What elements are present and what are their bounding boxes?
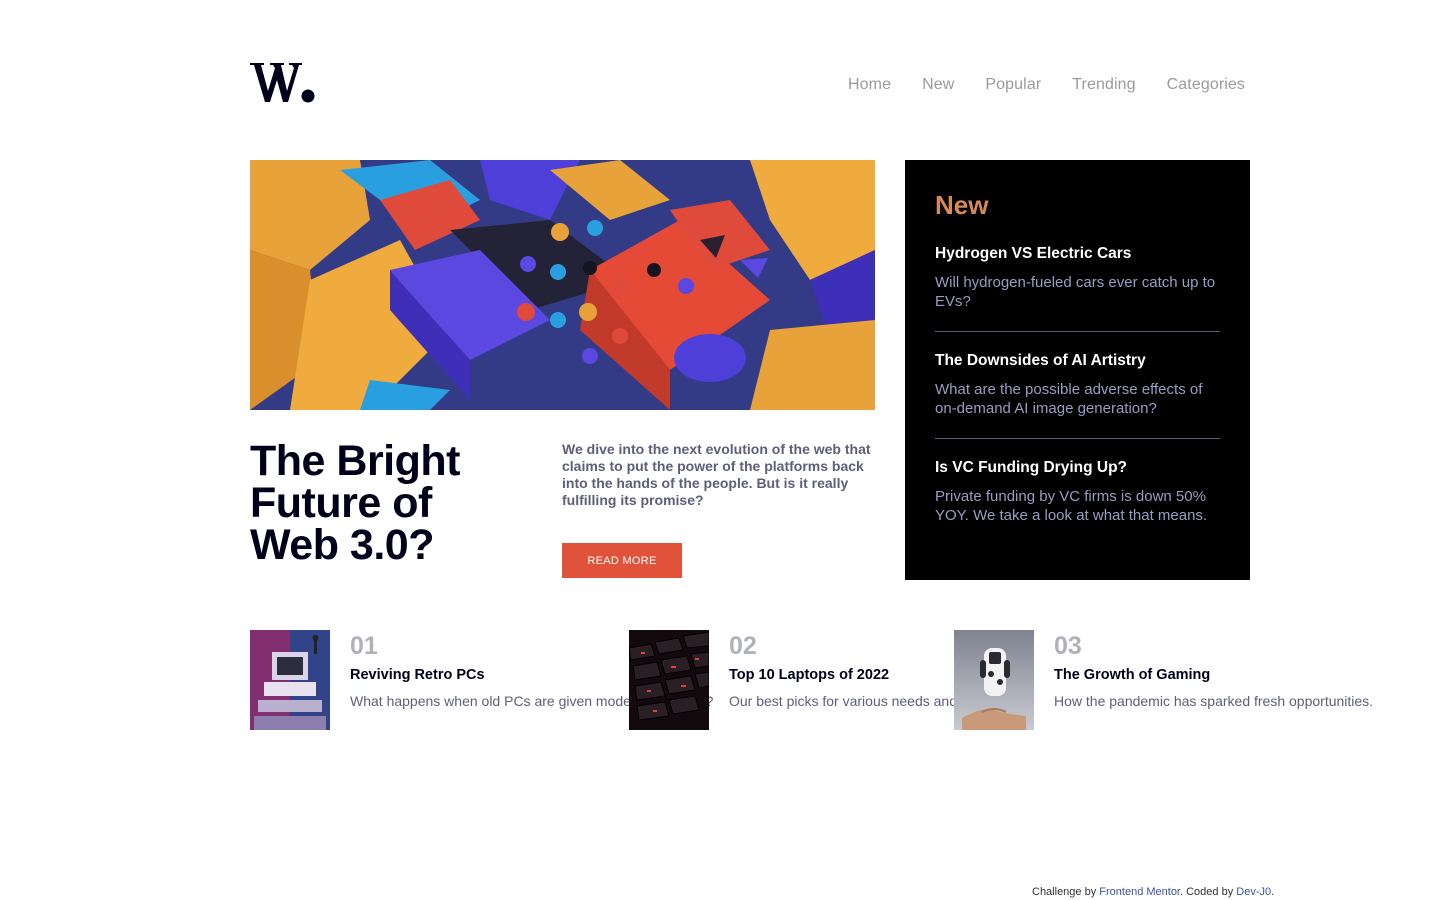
new-item[interactable]: Hydrogen VS Electric Cars Will hydrogen-… (935, 245, 1220, 332)
author-link[interactable]: Dev-J0 (1236, 886, 1271, 898)
hero-image (250, 160, 875, 410)
footer-suffix: . (1271, 886, 1275, 898)
article-thumbnail-laptops (629, 630, 709, 730)
site-logo[interactable]: W. (250, 58, 316, 104)
frontend-mentor-link[interactable]: Frontend Mentor (1099, 886, 1180, 898)
footer-attribution: Challenge by Frontend Mentor. Coded by D… (1032, 886, 1274, 898)
new-item-title[interactable]: Is VC Funding Drying Up? (935, 459, 1220, 477)
new-panel: New Hydrogen VS Electric Cars Will hydro… (905, 160, 1250, 580)
hero-title: The Bright Future of Web 3.0? (250, 437, 460, 569)
article-thumbnail-retro-pcs (250, 630, 330, 730)
article-title[interactable]: The Growth of Gaming (1054, 666, 1373, 684)
read-more-button[interactable]: READ MORE (562, 543, 682, 578)
nav-link-new[interactable]: New (922, 76, 954, 94)
hero-description: We dive into the next evolution of the w… (562, 441, 871, 508)
article-body: 03 The Growth of Gaming How the pandemic… (1054, 630, 1373, 730)
new-item-text: Private funding by VC firms is down 50% … (935, 488, 1208, 524)
new-item[interactable]: Is VC Funding Drying Up? Private funding… (935, 459, 1220, 545)
main-nav: Home New Popular Trending Categories (848, 76, 1245, 94)
article-card[interactable]: 03 The Growth of Gaming How the pandemic… (954, 630, 1373, 730)
footer-prefix: Challenge by (1032, 886, 1100, 898)
new-item[interactable]: The Downsides of AI Artistry What are th… (935, 352, 1220, 439)
new-item-title[interactable]: The Downsides of AI Artistry (935, 352, 1220, 370)
article-text: How the pandemic has sparked fresh oppor… (1054, 693, 1374, 709)
footer-middle: . Coded by (1180, 886, 1237, 898)
new-item-text: Will hydrogen-fueled cars ever catch up … (935, 274, 1216, 310)
new-panel-heading: New (935, 190, 989, 220)
nav-link-trending[interactable]: Trending (1072, 76, 1135, 94)
new-item-title[interactable]: Hydrogen VS Electric Cars (935, 245, 1220, 263)
article-thumbnail-gaming (954, 630, 1034, 730)
nav-link-categories[interactable]: Categories (1167, 76, 1245, 94)
nav-link-popular[interactable]: Popular (985, 76, 1041, 94)
new-item-text: What are the possible adverse effects of… (935, 381, 1203, 417)
nav-link-home[interactable]: Home (848, 76, 891, 94)
article-number: 03 (1054, 632, 1082, 660)
